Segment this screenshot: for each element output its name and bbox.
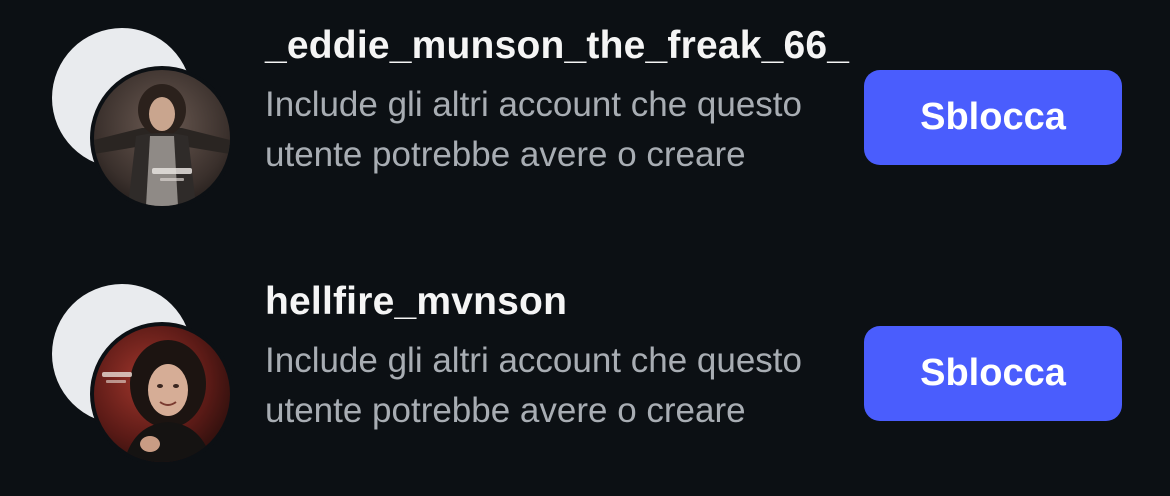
blocked-account-row: hellfire_mvnson Include gli altri accoun… bbox=[0, 256, 1170, 496]
account-username[interactable]: hellfire_mvnson bbox=[265, 280, 567, 324]
account-description: Include gli altri account che questo ute… bbox=[265, 85, 802, 174]
account-username[interactable]: _eddie_munson_the_freak_66_ bbox=[265, 24, 849, 68]
multi-account-avatar[interactable] bbox=[52, 28, 242, 218]
account-description: Include gli altri account che questo ute… bbox=[265, 341, 802, 430]
primary-account-avatar-ring bbox=[90, 66, 234, 210]
profile-photo-icon bbox=[94, 70, 230, 206]
profile-photo-icon bbox=[94, 326, 230, 462]
unblock-button[interactable]: Sblocca bbox=[864, 70, 1122, 165]
primary-account-avatar-ring bbox=[90, 322, 234, 466]
unblock-button[interactable]: Sblocca bbox=[864, 326, 1122, 421]
blocked-account-row: _eddie_munson_the_freak_66_ Include gli … bbox=[0, 0, 1170, 240]
multi-account-avatar[interactable] bbox=[52, 284, 242, 474]
